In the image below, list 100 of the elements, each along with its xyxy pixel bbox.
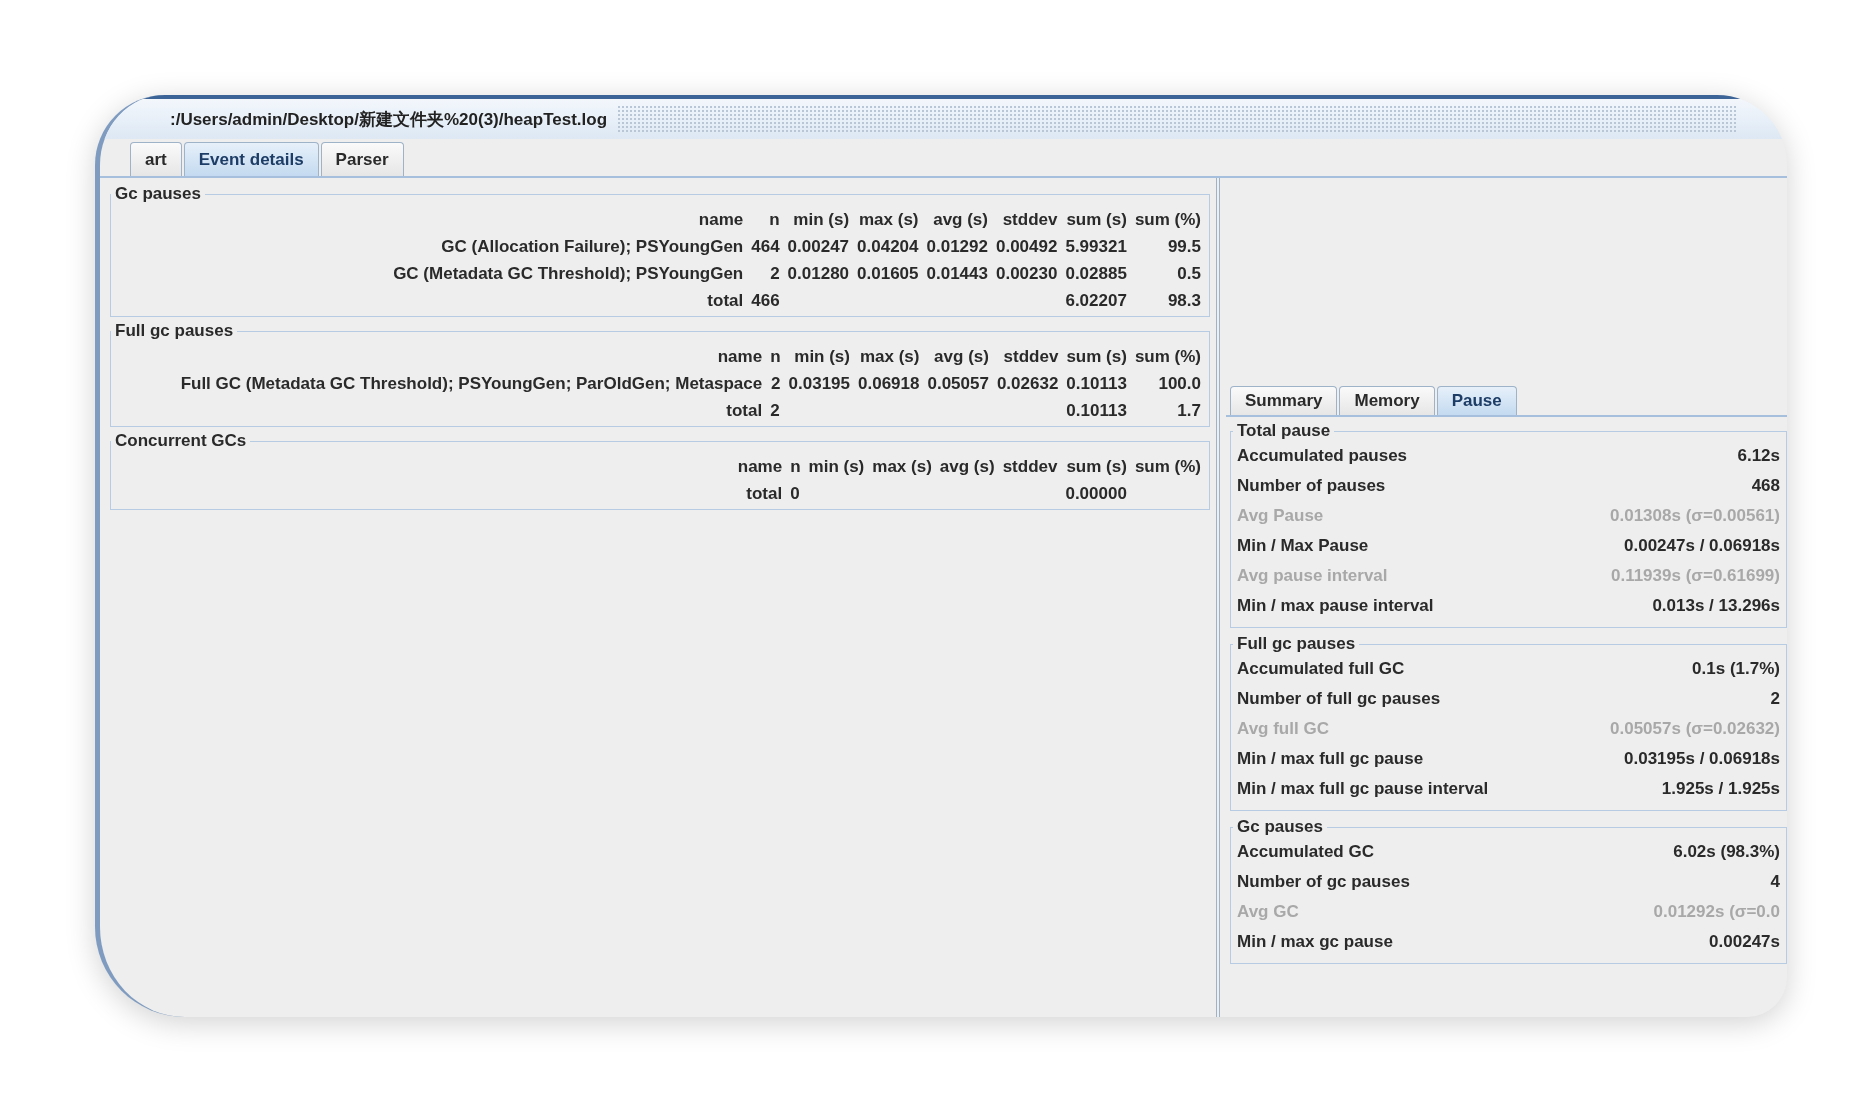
table-cell: total <box>707 290 744 310</box>
stat-label: Accumulated pauses <box>1237 446 1408 466</box>
table-cell-text: Full GC (Metadata GC Threshold); PSYoungGen; ParOldGen; Metaspace <box>179 372 764 395</box>
column-header: avg (s) <box>932 208 989 231</box>
stat-value: 0.01292s (σ=0.0 <box>1653 902 1780 922</box>
table-cell-text: 0.02632 <box>995 372 1060 395</box>
table-cell-text: 0.01605 <box>856 262 920 285</box>
stat-label: Min / max full gc pause interval <box>1237 779 1489 799</box>
stat-label: Avg full GC <box>1237 719 1329 739</box>
column-header: n <box>769 345 782 368</box>
tab[interactable]: Event details <box>183 142 319 176</box>
table-cell-text: 0.01443 <box>925 262 989 285</box>
table-cell-text: 464 <box>750 235 781 258</box>
column-header: sum (s) <box>1065 455 1128 478</box>
stat-value: 0.013s / 13.296s <box>1652 596 1780 616</box>
stat-label: Number of pauses <box>1237 476 1386 496</box>
tab[interactable]: Pause <box>1436 386 1517 415</box>
column-header: stddev <box>1001 455 1059 478</box>
column-header: max (s) <box>871 455 933 478</box>
table-cell-text: 0.10113 <box>1065 372 1128 395</box>
table-cell: 6.02207 <box>1065 290 1127 310</box>
tab[interactable]: art <box>130 142 182 176</box>
table-cell: 2 <box>770 400 780 420</box>
table-cell-text: 0.01280 <box>786 262 851 285</box>
stat-value: 468 <box>1751 476 1780 496</box>
tab[interactable]: Summary <box>1230 386 1338 415</box>
stat-value: 2 <box>1770 689 1780 709</box>
column-header: stddev <box>1002 345 1060 368</box>
tab[interactable]: Parser <box>320 142 404 176</box>
table-cell: 0.10113 <box>1066 400 1127 420</box>
table-cell-text: 0.5 <box>1176 262 1202 285</box>
window-title: :/Users/admin/Desktop/新建文件夹%20(3)/heapTest.log <box>170 108 608 131</box>
stat-label: Avg GC <box>1237 902 1299 922</box>
stat-label: Min / Max Pause <box>1237 536 1369 556</box>
column-header: n <box>789 455 802 478</box>
table-cell: total <box>726 400 763 420</box>
section-title: Gc pauses <box>1236 817 1324 837</box>
section-title: Full gc pauses <box>114 321 235 341</box>
column-header: name <box>697 208 745 231</box>
column-header: min (s) <box>807 455 866 478</box>
table-cell: 0.00000 <box>1065 483 1127 503</box>
table-cell: 0 <box>790 483 800 503</box>
column-header: max (s) <box>858 345 921 368</box>
section-title: Concurrent GCs <box>114 431 248 451</box>
column-header: min (s) <box>792 208 851 231</box>
stat-value: 1.925s / 1.925s <box>1661 779 1780 799</box>
column-header: sum (%) <box>1133 345 1202 368</box>
column-header: n <box>768 208 781 231</box>
stat-value: 0.1s (1.7%) <box>1692 659 1780 679</box>
stat-label: Accumulated full GC <box>1237 659 1405 679</box>
column-header: name <box>716 345 764 368</box>
section-title: Gc pauses <box>114 184 202 204</box>
table-cell-text: 0.01292 <box>925 235 989 258</box>
column-header: avg (s) <box>938 455 996 478</box>
stat-label: Number of full gc pauses <box>1237 689 1441 709</box>
stat-label: Min / max full gc pause <box>1237 749 1424 769</box>
table-cell-text: 0.03195 <box>787 372 851 395</box>
column-header: name <box>736 455 784 478</box>
stat-value: 6.12s <box>1737 446 1780 466</box>
stat-value: 6.02s (98.3%) <box>1673 842 1780 862</box>
stat-value: 0.01308s (σ=0.00561) <box>1610 506 1780 526</box>
stat-value: 0.11939s (σ=0.61699) <box>1610 566 1780 586</box>
stat-value: 0.03195s / 0.06918s <box>1624 749 1780 769</box>
column-header: sum (s) <box>1065 208 1128 231</box>
table-cell: 1.7 <box>1177 400 1201 420</box>
table-cell-text: 0.04204 <box>856 235 920 258</box>
section-title: Full gc pauses <box>1236 634 1357 654</box>
table-cell-text: 100.0 <box>1157 372 1202 395</box>
table-cell-text: 0.05057 <box>926 372 990 395</box>
stat-value: 4 <box>1770 872 1780 892</box>
stat-value: 0.00247s <box>1709 932 1780 952</box>
column-header: max (s) <box>858 208 920 231</box>
table-cell-text: 5.99321 <box>1064 235 1128 258</box>
table-cell-text: 0.02885 <box>1064 262 1128 285</box>
stat-label: Min / max pause interval <box>1237 596 1434 616</box>
table-cell: total <box>746 483 783 503</box>
section-title: Total pause <box>1236 421 1332 441</box>
stat-label: Accumulated GC <box>1237 842 1374 862</box>
table-cell-text: 0.00247 <box>786 235 851 258</box>
column-header: stddev <box>1001 208 1059 231</box>
table-cell: 466 <box>751 290 780 310</box>
column-header: sum (%) <box>1133 455 1202 478</box>
column-header: sum (s) <box>1065 345 1128 368</box>
stat-label: Number of gc pauses <box>1237 872 1410 892</box>
column-header: avg (s) <box>933 345 990 368</box>
tab[interactable]: Memory <box>1339 386 1435 415</box>
stat-value: 0.00247s / 0.06918s <box>1624 536 1780 556</box>
table-cell-text: GC (Allocation Failure); PSYoungGen <box>440 235 745 258</box>
table-cell-text: 99.5 <box>1166 235 1202 258</box>
stat-label: Avg pause interval <box>1237 566 1388 586</box>
table-cell-text: 2 <box>770 372 782 395</box>
table-cell: 98.3 <box>1167 290 1201 310</box>
table-cell-text: 0.00492 <box>994 235 1059 258</box>
stat-value: 0.05057s (σ=0.02632) <box>1610 719 1780 739</box>
table-cell-text: 0.06918 <box>857 372 921 395</box>
column-header: sum (%) <box>1133 208 1202 231</box>
stat-label: Min / max gc pause <box>1237 932 1393 952</box>
table-cell-text: 0.00230 <box>994 262 1059 285</box>
table-cell-text: GC (Metadata GC Threshold); PSYoungGen <box>392 262 745 285</box>
stat-label: Avg Pause <box>1237 506 1324 526</box>
